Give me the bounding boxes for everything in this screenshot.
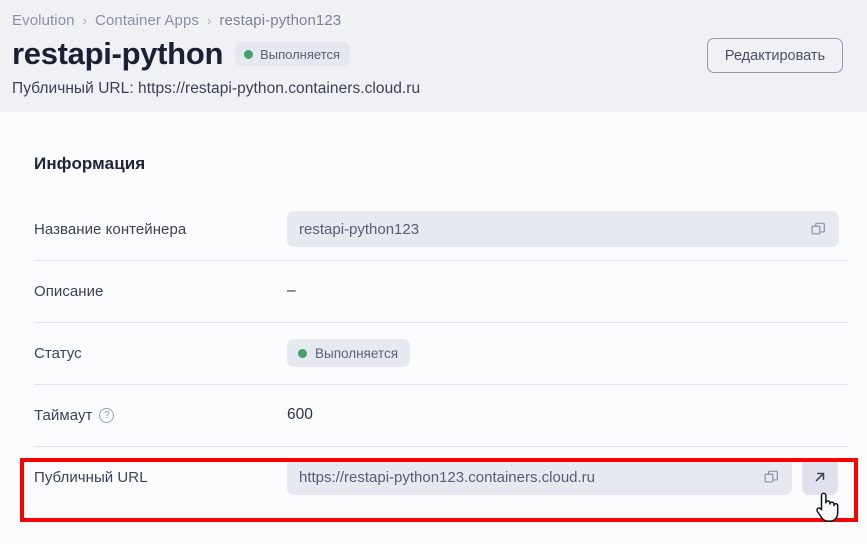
breadcrumb-separator-icon: › <box>207 14 211 27</box>
breadcrumb: Evolution › Container Apps › restapi-pyt… <box>12 9 843 31</box>
status-dot-icon <box>298 349 307 358</box>
information-card: Информация Название контейнера restapi-p… <box>12 124 867 544</box>
copy-icon[interactable] <box>758 464 784 490</box>
status-badge: Выполняется <box>287 339 410 367</box>
row-status: Статус Выполняется <box>34 322 849 384</box>
page-header: Evolution › Container Apps › restapi-pyt… <box>0 0 867 112</box>
status-value: Выполняется <box>315 346 398 361</box>
breadcrumb-separator-icon: › <box>83 14 87 27</box>
information-rows: Название контейнера restapi-python123 <box>34 198 849 508</box>
breadcrumb-item-container-apps[interactable]: Container Apps <box>95 12 199 29</box>
row-label: Название контейнера <box>34 221 287 238</box>
container-name-value: restapi-python123 <box>299 221 805 238</box>
header-status-label: Выполняется <box>260 47 340 62</box>
description-value: – <box>287 282 296 300</box>
row-value: https://restapi-python123.containers.clo… <box>287 459 849 495</box>
row-value: – <box>287 282 849 300</box>
edit-button[interactable]: Редактировать <box>707 38 843 73</box>
public-url-field[interactable]: https://restapi-python123.containers.clo… <box>287 459 792 495</box>
container-name-field[interactable]: restapi-python123 <box>287 211 839 247</box>
row-label: Статус <box>34 345 287 362</box>
breadcrumb-item-evolution[interactable]: Evolution <box>12 12 75 29</box>
row-public-url: Публичный URL https://restapi-python123.… <box>34 446 849 508</box>
card-title: Информация <box>34 124 867 174</box>
timeout-value: 600 <box>287 406 313 424</box>
page-title: restapi-python <box>12 35 223 73</box>
row-label: Публичный URL <box>34 469 287 486</box>
row-value: Выполняется <box>287 339 849 367</box>
row-label: Описание <box>34 283 287 300</box>
row-label: Таймаут ? <box>34 407 287 424</box>
help-circle-icon[interactable]: ? <box>99 408 114 423</box>
external-link-icon[interactable] <box>802 459 838 495</box>
row-timeout: Таймаут ? 600 <box>34 384 849 446</box>
status-dot-icon <box>244 50 253 59</box>
public-url-subtitle: Публичный URL: https://restapi-python.co… <box>12 80 843 98</box>
row-container-name: Название контейнера restapi-python123 <box>34 198 849 260</box>
row-value: 600 <box>287 406 849 424</box>
copy-icon[interactable] <box>805 216 831 242</box>
row-value: restapi-python123 <box>287 211 849 247</box>
public-url-value: https://restapi-python123.containers.clo… <box>299 469 758 486</box>
header-status-badge: Выполняется <box>235 42 350 66</box>
row-description: Описание – <box>34 260 849 322</box>
breadcrumb-item-current[interactable]: restapi-python123 <box>219 12 341 29</box>
timeout-label: Таймаут <box>34 407 92 424</box>
app-page: Evolution › Container Apps › restapi-pyt… <box>0 0 867 524</box>
